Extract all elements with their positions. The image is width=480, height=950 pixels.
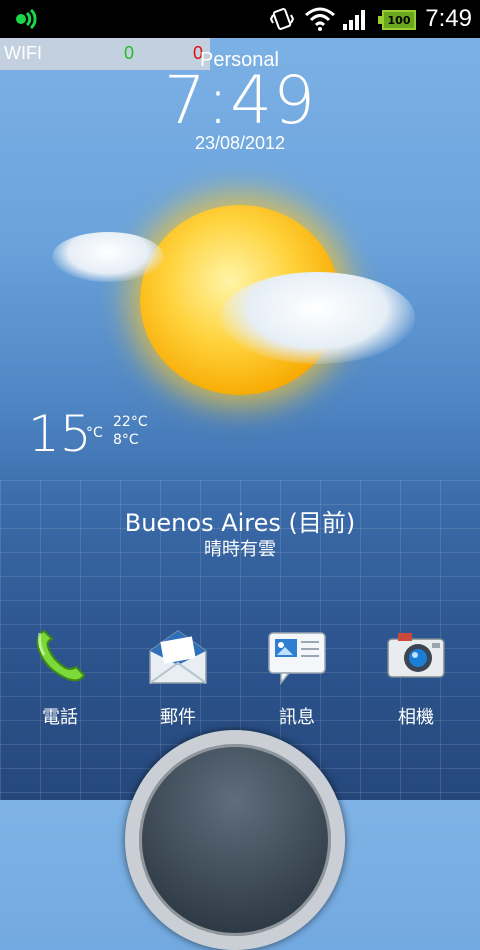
current-temperature: 15 <box>28 405 92 463</box>
high-temperature: 22°C <box>113 414 148 430</box>
weather-condition: 晴時有雲 <box>204 539 276 560</box>
lockscreen-clock: 7:49 <box>163 62 317 139</box>
sync-icon <box>14 0 40 38</box>
cloud-icon <box>52 232 164 282</box>
statusbar-clock: 7:49 <box>425 5 472 32</box>
temperature-unit: °C <box>86 425 103 441</box>
vibrate-icon <box>270 0 294 38</box>
phone-icon <box>30 625 90 687</box>
status-bar: 100 7:49 <box>0 0 480 38</box>
signal-icon <box>342 0 370 38</box>
wifi-icon <box>304 0 336 38</box>
low-temperature: 8°C <box>113 432 139 448</box>
dock-camera-label: 相機 <box>398 707 434 728</box>
battery-icon: 100 <box>378 10 416 30</box>
lockscreen-date: 23/08/2012 <box>194 133 286 153</box>
cloud-icon-large <box>220 272 415 364</box>
weather-city: Buenos Aires (目前) <box>124 509 356 537</box>
dock-phone-label: 電話 <box>42 707 78 728</box>
wifi-overlay-green-value: 0 <box>124 43 135 63</box>
dock-mail-label: 郵件 <box>160 707 196 728</box>
camera-icon <box>386 625 446 687</box>
unlock-ring[interactable] <box>125 730 345 950</box>
wifi-overlay-label: WIFI <box>4 43 42 63</box>
dock-messages-label: 訊息 <box>279 707 315 728</box>
messages-icon <box>267 625 327 687</box>
mail-icon <box>148 625 208 687</box>
